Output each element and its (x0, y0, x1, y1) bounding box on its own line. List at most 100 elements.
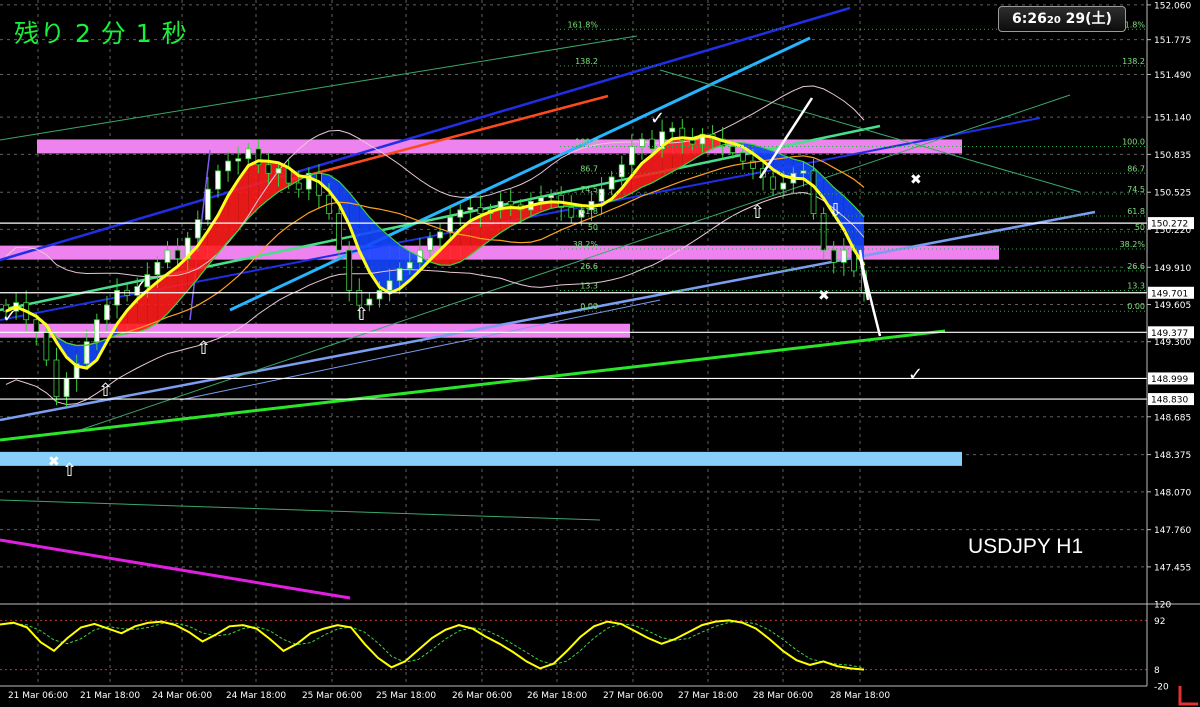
candle-body (618, 164, 625, 178)
candle-body (376, 290, 383, 300)
time-tick-label: 27 Mar 18:00 (678, 691, 738, 701)
price-marker-label: 148.999 (1151, 375, 1188, 385)
candle-body (104, 304, 110, 321)
candle-body (396, 268, 403, 282)
fib-level-label-left: 100.0 (575, 137, 598, 146)
fib-level-label: 138.2 (1122, 57, 1145, 66)
candle-body (568, 207, 575, 218)
candle-body (457, 209, 464, 218)
fib-level-label: 86.7 (1127, 164, 1145, 173)
time-tick-label: 21 Mar 18:00 (80, 691, 140, 701)
fib-level-label-left: 13.3 (580, 281, 598, 290)
time-tick-label: 28 Mar 06:00 (753, 691, 813, 701)
time-tick-label: 21 Mar 06:00 (8, 691, 68, 701)
arrow-mark: ⇩ (828, 200, 843, 221)
candle-body (477, 207, 484, 214)
price-marker-label: 148.830 (1151, 396, 1188, 406)
price-tick-label: 149.910 (1154, 264, 1191, 274)
candle-body (780, 182, 787, 190)
candle-body (215, 170, 221, 190)
price-tick-label: 147.760 (1154, 526, 1191, 536)
candle-body (628, 146, 635, 166)
candle-body (639, 138, 645, 147)
candle-body (608, 176, 615, 190)
server-clock: 6:2620 29(土) (998, 6, 1126, 32)
fib-level-label: 13.3 (1127, 281, 1145, 290)
fib-level-label-left: 138.2 (575, 57, 598, 66)
fib-level-label: 100.0 (1122, 137, 1145, 146)
fib-level-label-left: 61.8 (580, 207, 598, 216)
candle-body (43, 331, 50, 361)
candle-body (346, 249, 353, 291)
price-tick-label: 150.220 (1154, 226, 1191, 236)
price-tick-label: 151.140 (1154, 114, 1191, 124)
candle-body (194, 219, 201, 239)
candle-body (63, 377, 70, 398)
time-tick-label: 24 Mar 18:00 (226, 691, 286, 701)
time-tick-label: 28 Mar 18:00 (830, 691, 890, 701)
clock-seconds: 20 (1046, 15, 1061, 26)
price-tick-label: 149.300 (1154, 338, 1191, 348)
fib-level-label-left: 26.6 (580, 262, 598, 271)
price-tick-label: 148.070 (1154, 488, 1191, 498)
candle-body (154, 261, 161, 275)
arrow-mark: ⇧ (750, 202, 765, 223)
usdjpy-h1-chart[interactable]: 161.8%161.8%138.2138.2100.0100.086.786.7… (0, 0, 1200, 707)
price-tick-label: 149.605 (1154, 301, 1191, 311)
price-tick-label: 148.685 (1154, 413, 1191, 423)
check-mark: ✓ (650, 108, 665, 129)
candle-body (245, 148, 252, 160)
fib-level-label: 50 (1135, 223, 1145, 232)
clock-time: 6:26 (1012, 11, 1047, 27)
price-tick-label: 150.525 (1154, 189, 1191, 199)
arrow-mark: ⇧ (98, 380, 113, 401)
candle-body (406, 261, 413, 269)
osc-level-label: 92 (1154, 617, 1165, 627)
fib-level-label-left: 50 (588, 223, 598, 232)
candle-body (810, 170, 817, 214)
check-mark: ✓ (2, 306, 17, 327)
candle-body (467, 207, 474, 211)
candle-body (669, 127, 676, 133)
candle-body (729, 146, 736, 153)
arrow-mark: ⇧ (354, 304, 369, 325)
fib-level-label: 0.00 (1127, 302, 1145, 311)
cross-mark: ✖ (910, 172, 922, 188)
candle-body (649, 138, 655, 150)
price-marker-label: 149.701 (1151, 289, 1188, 299)
candle-body (437, 231, 443, 239)
candle-body (507, 200, 514, 206)
time-tick-label: 24 Mar 06:00 (152, 691, 212, 701)
clock-date: 29(土) (1065, 11, 1112, 27)
candle-body (265, 164, 272, 174)
fib-level-label-left: 86.7 (580, 164, 598, 173)
check-mark: ✓ (908, 364, 923, 385)
check-mark: ✓ (132, 276, 147, 297)
cross-mark: ✖ (48, 454, 60, 470)
time-tick-label: 25 Mar 18:00 (376, 691, 436, 701)
candle-body (336, 213, 343, 251)
candle-body (93, 319, 100, 343)
time-tick-label: 25 Mar 06:00 (302, 691, 362, 701)
price-tick-label: 148.375 (1154, 451, 1191, 461)
fib-level-label-left: 161.8% (567, 20, 598, 29)
price-tick-label: 152.060 (1154, 1, 1191, 11)
candle-body (538, 197, 544, 202)
candle-body (174, 249, 181, 260)
time-tick-label: 27 Mar 06:00 (603, 691, 663, 701)
price-tick-label: 150.835 (1154, 151, 1191, 161)
candle-body (204, 188, 211, 221)
candle-body (225, 160, 231, 172)
osc-level-label: 8 (1154, 666, 1160, 676)
time-tick-label: 26 Mar 06:00 (452, 691, 512, 701)
price-tick-label: 147.455 (1154, 563, 1191, 573)
candle-body (427, 237, 433, 251)
candle-body (770, 176, 777, 190)
candle-body (840, 249, 847, 263)
candle-body (739, 152, 746, 162)
candle-body (164, 249, 171, 263)
fib-level-label-left: 0.00 (580, 302, 598, 311)
osc-level-label: 120 (1154, 601, 1171, 611)
candle-body (295, 182, 302, 190)
symbol-timeframe-label: USDJPY H1 (968, 535, 1084, 558)
